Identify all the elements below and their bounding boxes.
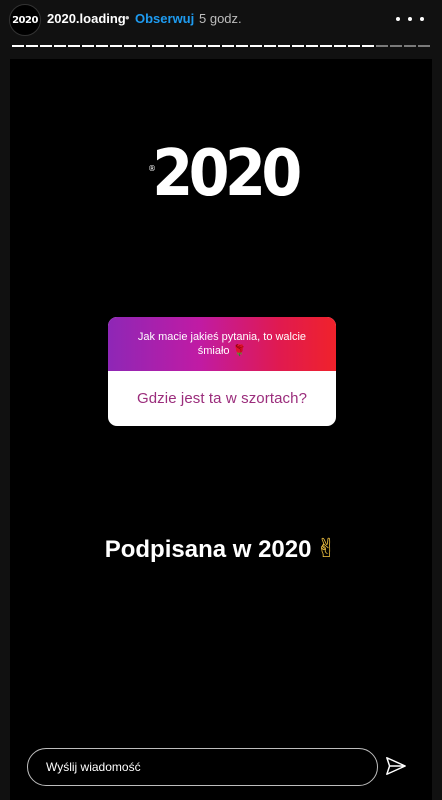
progress-segment xyxy=(348,45,360,47)
progress-segment xyxy=(82,45,94,47)
progress-segment xyxy=(40,45,52,47)
progress-segment xyxy=(96,45,108,47)
progress-segment xyxy=(180,45,192,47)
post-time: 5 godz. xyxy=(199,11,242,26)
send-icon[interactable] xyxy=(385,755,407,777)
progress-segment xyxy=(362,45,374,47)
story-content[interactable]: ® 2020 Jak macie jakieś pytania, to walc… xyxy=(10,59,432,800)
progress-segment xyxy=(26,45,38,47)
story-caption: Podpisana w 2020 ✌ xyxy=(10,534,432,564)
caption-text: Podpisana w 2020 xyxy=(104,536,312,563)
progress-segment xyxy=(376,45,388,47)
progress-segment xyxy=(54,45,66,47)
message-input[interactable]: Wyślij wiadomość xyxy=(27,748,378,786)
progress-segment xyxy=(390,45,402,47)
username-link[interactable]: 2020.loading xyxy=(47,11,126,26)
progress-segment xyxy=(222,45,234,47)
progress-segment xyxy=(292,45,304,47)
progress-segment xyxy=(306,45,318,47)
progress-segment xyxy=(320,45,332,47)
progress-segment xyxy=(418,45,430,47)
progress-segment xyxy=(68,45,80,47)
progress-segment xyxy=(208,45,220,47)
victory-hand-icon: ✌ xyxy=(315,534,338,564)
progress-segment xyxy=(12,45,24,47)
story-logo: 2020 xyxy=(152,137,302,211)
progress-segment xyxy=(236,45,248,47)
progress-segment xyxy=(138,45,150,47)
progress-segment xyxy=(334,45,346,47)
more-dot xyxy=(396,17,400,21)
progress-segment xyxy=(124,45,136,47)
story-header: 2020 2020.loading • Obserwuj 5 godz. xyxy=(0,0,442,38)
progress-segment xyxy=(250,45,262,47)
progress-segment xyxy=(278,45,290,47)
progress-segment xyxy=(166,45,178,47)
avatar[interactable]: 2020 xyxy=(9,4,41,36)
progress-segment xyxy=(404,45,416,47)
progress-segment xyxy=(152,45,164,47)
separator-dot: • xyxy=(125,10,130,25)
story-progress-bar xyxy=(12,45,430,48)
more-dot xyxy=(420,17,424,21)
more-dot xyxy=(408,17,412,21)
follow-button[interactable]: Obserwuj xyxy=(135,11,194,26)
progress-segment xyxy=(264,45,276,47)
question-prompt: Jak macie jakieś pytania, to walcie śmia… xyxy=(108,317,336,371)
progress-segment xyxy=(194,45,206,47)
question-sticker[interactable]: Jak macie jakieś pytania, to walcie śmia… xyxy=(108,317,336,426)
progress-segment xyxy=(110,45,122,47)
question-answer: Gdzie jest ta w szortach? xyxy=(136,390,308,407)
more-options-icon[interactable] xyxy=(396,9,424,29)
